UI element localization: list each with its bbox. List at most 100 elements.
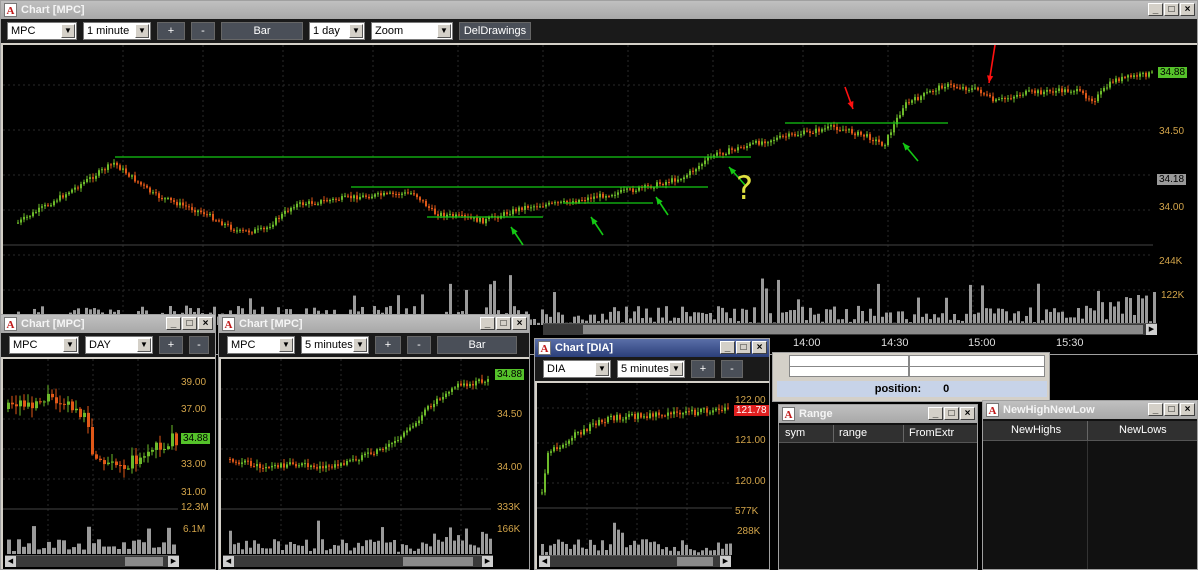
chevron-down-icon[interactable]: ▼ xyxy=(437,24,451,38)
column-header-range[interactable]: range xyxy=(839,427,867,439)
maximize-button[interactable]: □ xyxy=(736,341,751,354)
day-chart-titlebar[interactable]: A Chart [MPC] _ □ × xyxy=(1,315,215,333)
range-titlebar[interactable]: A Range _ □ × xyxy=(779,405,977,423)
chevron-down-icon[interactable]: ▼ xyxy=(349,24,363,38)
candle-body xyxy=(239,229,241,231)
candle-body xyxy=(47,393,50,402)
volume-bar xyxy=(27,543,31,554)
scroll-right-icon[interactable]: ▶ xyxy=(168,556,179,567)
zoom-in-button[interactable]: + xyxy=(157,22,185,40)
close-button[interactable]: × xyxy=(512,317,527,330)
day-chart-scrollbar[interactable]: ◀ ▶ xyxy=(5,555,179,567)
scroll-thumb[interactable] xyxy=(677,557,713,566)
interval-select[interactable]: 1 minute ▼ xyxy=(83,22,151,40)
column-header-fromextr[interactable]: FromExtr xyxy=(909,427,954,439)
close-button[interactable]: × xyxy=(960,407,975,420)
main-chart-plot[interactable]: 34.88 34.50 34.18 34.00 244K 122K ? ▶ 14… xyxy=(3,45,1197,354)
candle-body xyxy=(404,192,406,194)
close-button[interactable]: × xyxy=(752,341,767,354)
dia-chart-plot[interactable]: 122.00 121.78 121.00 120.00 577K 288K ◀ … xyxy=(537,383,769,569)
5min-chart-plot[interactable]: 34.88 34.50 34.00 333K 166K ◀ ▶ xyxy=(221,359,529,569)
minimize-button[interactable]: _ xyxy=(166,317,181,330)
day-chart-plot[interactable]: 39.00 37.00 34.88 33.00 31.00 12.3M 6.1M… xyxy=(3,359,215,569)
maximize-button[interactable]: □ xyxy=(182,317,197,330)
candle-body xyxy=(301,463,303,466)
scroll-left-icon[interactable]: ◀ xyxy=(223,556,234,567)
candle-body xyxy=(472,383,474,386)
chevron-down-icon[interactable]: ▼ xyxy=(595,362,609,376)
minimize-button[interactable]: _ xyxy=(480,317,495,330)
zoom-in-button[interactable]: + xyxy=(375,336,401,354)
zoom-out-button[interactable]: - xyxy=(721,360,743,378)
candle-body xyxy=(257,228,259,230)
volume-bar xyxy=(132,540,136,554)
close-button[interactable]: × xyxy=(1180,3,1195,16)
chevron-down-icon[interactable]: ▼ xyxy=(137,338,151,352)
minimize-button[interactable]: _ xyxy=(1148,403,1163,416)
symbol-select[interactable]: MPC ▼ xyxy=(7,22,77,40)
candle-body xyxy=(23,400,26,407)
symbol-select[interactable]: MPC ▼ xyxy=(227,336,295,354)
close-button[interactable]: × xyxy=(198,317,213,330)
chevron-down-icon[interactable]: ▼ xyxy=(135,24,149,38)
candle-body xyxy=(484,381,486,383)
chevron-down-icon[interactable]: ▼ xyxy=(61,24,75,38)
scroll-left-icon[interactable]: ◀ xyxy=(5,556,16,567)
scroll-thumb[interactable] xyxy=(583,325,1143,334)
volume-bar xyxy=(373,541,376,554)
column-header-sym[interactable]: sym xyxy=(785,427,805,439)
zoom-out-button[interactable]: - xyxy=(191,22,215,40)
volume-bar xyxy=(945,297,948,325)
maximize-button[interactable]: □ xyxy=(1164,403,1179,416)
scroll-thumb[interactable] xyxy=(403,557,473,566)
candle-body xyxy=(382,449,384,451)
minimize-button[interactable]: _ xyxy=(928,407,943,420)
dia-chart-scrollbar[interactable]: ◀ ▶ xyxy=(539,555,731,567)
zoom-out-button[interactable]: - xyxy=(189,336,209,354)
candle-body xyxy=(355,459,357,461)
chevron-down-icon[interactable]: ▼ xyxy=(669,362,683,376)
chevron-down-icon[interactable]: ▼ xyxy=(63,338,77,352)
interval-select[interactable]: 5 minutes ▼ xyxy=(617,360,685,378)
scroll-right-icon[interactable]: ▶ xyxy=(1146,324,1157,335)
zoom-in-button[interactable]: + xyxy=(691,360,715,378)
scroll-right-icon[interactable]: ▶ xyxy=(720,556,731,567)
chevron-down-icon[interactable]: ▼ xyxy=(279,338,293,352)
candle-body xyxy=(562,444,564,448)
range-select[interactable]: 1 day ▼ xyxy=(309,22,365,40)
maximize-button[interactable]: □ xyxy=(1164,3,1179,16)
scroll-right-icon[interactable]: ▶ xyxy=(482,556,493,567)
column-header-newhighs[interactable]: NewHighs xyxy=(1011,424,1061,436)
price-label: 31.00 xyxy=(181,487,207,498)
zoom-select[interactable]: Zoom ▼ xyxy=(371,22,453,40)
symbol-select[interactable]: DIA ▼ xyxy=(543,360,611,378)
minimize-button[interactable]: _ xyxy=(720,341,735,354)
dia-chart-titlebar[interactable]: A Chart [DIA] _ □ × xyxy=(535,339,769,357)
candle-body xyxy=(159,442,162,450)
symbol-select[interactable]: MPC ▼ xyxy=(9,336,79,354)
main-chart-scrollbar[interactable]: ▶ xyxy=(543,323,1157,335)
column-header-newlows[interactable]: NewLows xyxy=(1119,424,1167,436)
bar-type-button[interactable]: Bar xyxy=(437,336,517,354)
close-button[interactable]: × xyxy=(1180,403,1195,416)
minimize-button[interactable]: _ xyxy=(1148,3,1163,16)
zoom-out-button[interactable]: - xyxy=(407,336,431,354)
candle-body xyxy=(287,210,289,212)
bar-type-button[interactable]: Bar xyxy=(221,22,303,40)
maximize-button[interactable]: □ xyxy=(496,317,511,330)
candle-body xyxy=(437,214,439,216)
maximize-button[interactable]: □ xyxy=(944,407,959,420)
interval-select[interactable]: 5 minutes ▼ xyxy=(301,336,369,354)
del-drawings-button[interactable]: DelDrawings xyxy=(459,22,531,40)
5min-chart-scrollbar[interactable]: ◀ ▶ xyxy=(223,555,493,567)
scroll-left-icon[interactable]: ◀ xyxy=(539,556,550,567)
candle-body xyxy=(899,115,901,118)
scroll-thumb[interactable] xyxy=(125,557,163,566)
5min-chart-titlebar[interactable]: A Chart [MPC] _ □ × xyxy=(219,315,529,333)
chevron-down-icon[interactable]: ▼ xyxy=(353,338,367,352)
main-chart-titlebar[interactable]: A Chart [MPC] _ □ × xyxy=(1,1,1197,19)
volume-bar xyxy=(237,542,240,554)
nhnl-titlebar[interactable]: A NewHighNewLow _ □ × xyxy=(983,401,1197,419)
interval-select[interactable]: DAY ▼ xyxy=(85,336,153,354)
zoom-in-button[interactable]: + xyxy=(159,336,183,354)
